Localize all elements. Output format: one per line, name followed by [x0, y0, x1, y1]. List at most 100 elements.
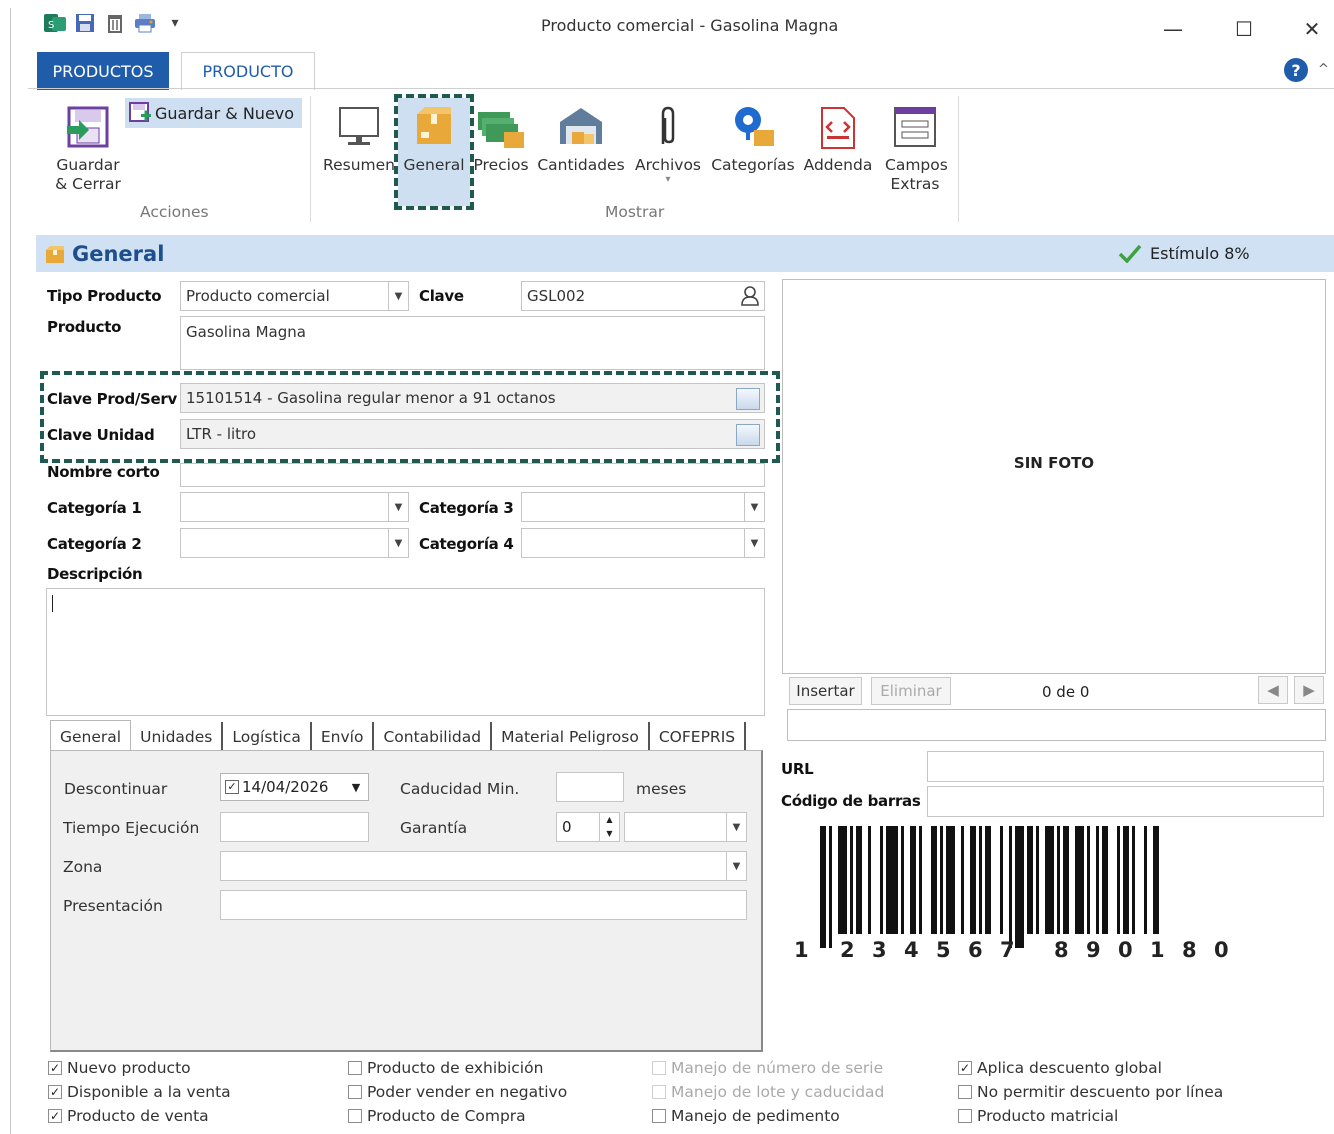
nombre-corto-input[interactable]: [180, 463, 765, 487]
checkbox-producto-de-venta[interactable]: ✓ Producto de venta: [48, 1107, 209, 1125]
clave-input[interactable]: GSL002: [521, 281, 765, 311]
checkbox-nuevo-producto[interactable]: ✓ Nuevo producto: [48, 1059, 191, 1077]
checkbox-disponible-a-la-venta[interactable]: ✓ Disponible a la venta: [48, 1083, 231, 1101]
categoria1-select[interactable]: ▼: [180, 492, 409, 522]
descontinuar-date-picker[interactable]: ✓ 14/04/2026 ▼: [220, 773, 369, 801]
quick-access-dropdown-icon[interactable]: ▾: [164, 12, 186, 34]
tab-productos[interactable]: PRODUCTOS: [37, 52, 169, 90]
campos-extras-button[interactable]: Campos Extras: [878, 98, 952, 194]
chevron-down-icon[interactable]: ▼: [344, 774, 368, 800]
minimize-button[interactable]: —: [1155, 14, 1191, 44]
url-input[interactable]: [927, 751, 1324, 782]
archivos-button[interactable]: Archivos ▾: [630, 98, 706, 185]
checkbox-label: Disponible a la venta: [67, 1083, 231, 1101]
chevron-down-icon[interactable]: ▼: [744, 493, 764, 521]
checkbox-box[interactable]: ✓: [958, 1061, 972, 1075]
precios-button[interactable]: Precios: [470, 98, 532, 175]
detail-tabs: General Unidades Logística Envío Contabi…: [50, 720, 747, 752]
tab-producto[interactable]: PRODUCTO: [181, 52, 315, 90]
checkbox-box[interactable]: [958, 1109, 972, 1123]
sat-keys-highlight: [40, 371, 780, 463]
insertar-button[interactable]: Insertar: [789, 677, 862, 705]
barcode-bar: [1036, 826, 1039, 934]
checkbox-box[interactable]: [348, 1061, 362, 1075]
guardar-cerrar-button[interactable]: Guardar & Cerrar: [52, 98, 124, 194]
checkbox-box[interactable]: [652, 1085, 666, 1099]
chevron-down-icon[interactable]: ▼: [726, 852, 746, 880]
tab-material-peligroso[interactable]: Material Peligroso: [492, 722, 650, 752]
checkbox-box[interactable]: [348, 1085, 362, 1099]
zona-label: Zona: [63, 858, 103, 876]
help-icon[interactable]: ?: [1284, 58, 1308, 82]
garantia-spinner[interactable]: 0 ▲ ▼: [556, 812, 620, 842]
chevron-down-icon[interactable]: ▼: [744, 529, 764, 557]
tab-general[interactable]: General: [50, 720, 132, 752]
checkbox-box[interactable]: ✓: [48, 1061, 62, 1075]
checkbox-box[interactable]: ✓: [48, 1085, 62, 1099]
tab-cofepris[interactable]: COFEPRIS: [650, 722, 747, 752]
producto-input[interactable]: Gasolina Magna: [180, 316, 765, 370]
tab-logistica[interactable]: Logística: [223, 722, 312, 752]
chevron-down-icon[interactable]: ▼: [388, 282, 408, 310]
checkbox-manejo-de-lote-y-caducidad[interactable]: Manejo de lote y caducidad: [652, 1083, 884, 1101]
checkbox-box[interactable]: [652, 1061, 666, 1075]
chevron-down-icon[interactable]: ▼: [726, 813, 746, 841]
cantidades-button[interactable]: Cantidades: [534, 98, 628, 175]
garantia-unit-select[interactable]: ▼: [624, 812, 747, 842]
tab-envio[interactable]: Envío: [312, 722, 375, 752]
guardar-nuevo-label: Guardar & Nuevo: [155, 103, 295, 123]
barcode-digit: 6: [968, 938, 983, 962]
eliminar-button[interactable]: Eliminar: [871, 677, 951, 705]
categoria3-select[interactable]: ▼: [521, 492, 765, 522]
checkbox-box[interactable]: ✓: [48, 1109, 62, 1123]
checkbox-manejo-de-número-de-serie[interactable]: Manejo de número de serie: [652, 1059, 883, 1077]
checkbox-manejo-de-pedimento[interactable]: Manejo de pedimento: [652, 1107, 840, 1125]
collapse-ribbon-icon[interactable]: ^: [1318, 62, 1329, 77]
codigo-barras-input[interactable]: [927, 786, 1324, 817]
presentacion-input[interactable]: [220, 890, 747, 920]
spinner-arrows-icon[interactable]: ▲ ▼: [599, 813, 619, 841]
descontinuar-checkbox[interactable]: ✓: [225, 780, 239, 794]
tab-contabilidad[interactable]: Contabilidad: [374, 722, 493, 752]
categoria3-label: Categoría 3: [419, 499, 514, 517]
checkbox-box[interactable]: [348, 1109, 362, 1123]
checkbox-aplica-descuento-global[interactable]: ✓ Aplica descuento global: [958, 1059, 1162, 1077]
descripcion-textarea[interactable]: [46, 588, 765, 716]
meses-label: meses: [636, 780, 687, 798]
chevron-down-icon[interactable]: ▼: [388, 493, 408, 521]
categoria4-select[interactable]: ▼: [521, 528, 765, 558]
checkbox-producto-de-exhibición[interactable]: Producto de exhibición: [348, 1059, 543, 1077]
zona-select[interactable]: ▼: [220, 851, 747, 881]
barcode-bar: [820, 826, 826, 948]
next-photo-icon[interactable]: ▶: [1294, 676, 1324, 704]
tab-unidades[interactable]: Unidades: [131, 722, 224, 752]
barcode-bar: [838, 826, 847, 934]
paperclip-icon: [653, 98, 683, 156]
trash-icon[interactable]: [104, 12, 126, 34]
user-search-icon[interactable]: [738, 284, 762, 308]
categoria2-select[interactable]: ▼: [180, 528, 409, 558]
monitor-icon: [336, 98, 382, 156]
checkbox-box[interactable]: [652, 1109, 666, 1123]
close-button[interactable]: ✕: [1294, 14, 1330, 44]
checkbox-poder-vender-en-negativo[interactable]: Poder vender en negativo: [348, 1083, 567, 1101]
checkbox-no-permitir-descuento-por-línea[interactable]: No permitir descuento por línea: [958, 1083, 1223, 1101]
caducidad-input[interactable]: [556, 772, 624, 802]
checkbox-producto-matricial[interactable]: Producto matricial: [958, 1107, 1118, 1125]
maximize-button[interactable]: ☐: [1226, 14, 1262, 44]
categoria1-label: Categoría 1: [47, 499, 142, 517]
checkbox-producto-de-compra[interactable]: Producto de Compra: [348, 1107, 526, 1125]
tiempo-ejecucion-input[interactable]: [220, 812, 369, 842]
addenda-button[interactable]: Addenda: [800, 98, 876, 175]
tipo-producto-select[interactable]: Producto comercial ▼: [180, 281, 409, 311]
barcode-digit: 8: [1054, 938, 1069, 962]
guardar-nuevo-button[interactable]: Guardar & Nuevo: [125, 98, 302, 128]
photo-caption-input[interactable]: [787, 709, 1326, 741]
prev-photo-icon[interactable]: ◀: [1258, 676, 1288, 704]
resumen-button[interactable]: Resumen: [320, 98, 398, 175]
chevron-down-icon[interactable]: ▼: [388, 529, 408, 557]
save-icon[interactable]: [74, 12, 96, 34]
checkbox-box[interactable]: [958, 1085, 972, 1099]
categorias-button[interactable]: Categorías: [708, 98, 798, 175]
print-icon[interactable]: [134, 12, 156, 34]
